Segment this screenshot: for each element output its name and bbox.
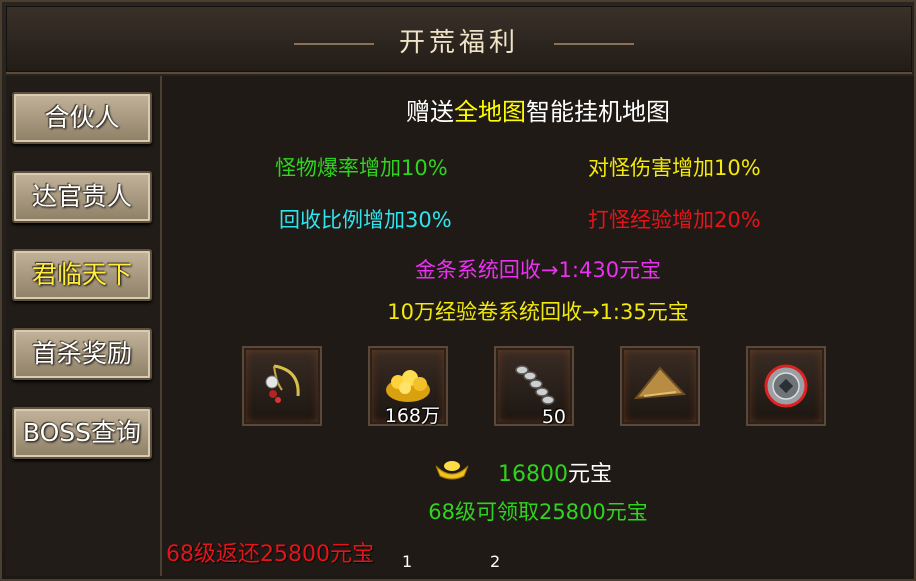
- item-slot[interactable]: 50: [494, 346, 574, 428]
- ingot-reward: 16800元宝: [498, 456, 612, 488]
- main-content: 赠送全地图智能挂机地图 怪物爆率增加10% 对怪伤害增加10% 回收比例增加30…: [162, 76, 914, 576]
- gold-ingot-icon: [432, 456, 472, 482]
- item-slot[interactable]: [746, 346, 826, 426]
- welfare-panel: 开荒福利 合伙人 达官贵人 君临天下 首杀奖励 BOSS查询 赠送全地图智能挂机…: [0, 0, 916, 581]
- straw-hat-icon: [633, 366, 687, 400]
- item-slot[interactable]: [620, 346, 700, 426]
- necklace-icon: [265, 364, 300, 403]
- perk-exp: 打怪经验增加20%: [588, 208, 761, 232]
- bottom-notice: 68级返还25800元宝: [166, 542, 374, 567]
- medallion-icon: [764, 364, 808, 408]
- headline-prefix: 赠送: [406, 98, 454, 126]
- item-slot[interactable]: [242, 346, 322, 426]
- ingot-amount: 16800: [498, 462, 568, 487]
- title-bar: 开荒福利: [6, 6, 912, 74]
- sidebar-item-noble[interactable]: 达官贵人: [12, 171, 152, 223]
- sidebar-item-sovereign[interactable]: 君临天下: [12, 249, 152, 301]
- sidebar-item-boss-query[interactable]: BOSS查询: [12, 407, 152, 459]
- sidebar: 合伙人 达官贵人 君临天下 首杀奖励 BOSS查询: [6, 76, 162, 576]
- page-indicator-2[interactable]: 2: [490, 552, 500, 571]
- recycle-gold-text: 金条系统回收→1:430元宝: [414, 258, 662, 282]
- panel-title: 开荒福利: [398, 28, 519, 58]
- headline-suffix: 智能挂机地图: [526, 98, 670, 126]
- perk-damage: 对怪伤害增加10%: [588, 156, 761, 180]
- headline-highlight: 全地图: [454, 98, 526, 126]
- recycle-exp-text: 10万经验卷系统回收→1:35元宝: [387, 300, 689, 324]
- level-reward-text: 68级可领取25800元宝: [428, 500, 648, 524]
- page-indicator-1[interactable]: 1: [402, 552, 412, 571]
- perk-drop-rate: 怪物爆率增加10%: [275, 156, 448, 180]
- headline: 赠送全地图智能挂机地图: [162, 92, 914, 127]
- perk-recycle-ratio: 回收比例增加30%: [279, 208, 452, 232]
- item-quantity: 168万: [384, 405, 440, 427]
- sidebar-item-first-kill[interactable]: 首杀奖励: [12, 328, 152, 380]
- item-quantity: 50: [541, 406, 566, 428]
- sidebar-item-partner[interactable]: 合伙人: [12, 92, 152, 144]
- ingot-unit: 元宝: [568, 462, 613, 487]
- item-slot[interactable]: 168万: [368, 346, 448, 427]
